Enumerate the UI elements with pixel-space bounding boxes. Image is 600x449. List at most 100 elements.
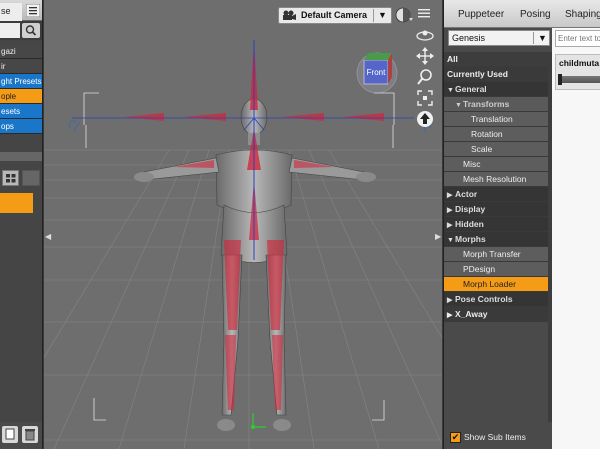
show-sub-items-checkbox[interactable]: ✔ (450, 432, 461, 443)
category-item[interactable]: gazi (0, 44, 42, 59)
property-groups-pane: Genesis ▼ All Currently Used ▼General ▼Tran… (444, 28, 552, 449)
tree-row-label: Morphs (455, 234, 486, 244)
tree-row[interactable]: Currently Used (444, 67, 548, 82)
tree-row[interactable]: ▶ X_Away (444, 307, 548, 322)
grid-view-icon (6, 174, 16, 183)
figure-select[interactable]: Genesis ▼ (448, 30, 550, 46)
tree-row-label: Scale (471, 144, 493, 154)
draw-style-icon[interactable] (394, 6, 414, 24)
property-slider-track[interactable] (559, 76, 600, 83)
tree-row-label: General (455, 84, 487, 94)
tree-row[interactable]: ▶ Display (444, 202, 548, 217)
camera-select-value: Default Camera (301, 10, 368, 20)
right-tab-bar: Puppeteer Posing Shaping (444, 0, 600, 28)
tree-row[interactable]: Mesh Resolution (444, 172, 548, 187)
expanded-arrow-icon[interactable]: ▼ (447, 234, 455, 248)
collapsed-arrow-icon[interactable]: ▶ (447, 309, 455, 323)
tree-row-label: Pose Controls (455, 294, 513, 304)
category-list: gazi ir ght Presets ople esets ops (0, 44, 42, 134)
category-item[interactable]: ople (0, 89, 42, 104)
frame-icon[interactable] (416, 89, 434, 107)
orbit-icon[interactable] (415, 27, 435, 43)
tree-row-label: Currently Used (447, 69, 508, 79)
tree-row-label: Morph Transfer (463, 249, 521, 259)
expanded-arrow-icon[interactable]: ▼ (455, 99, 463, 113)
tree-row[interactable]: ▼General (444, 82, 548, 97)
tab-posing[interactable]: Posing (520, 9, 551, 20)
left-search-input[interactable] (0, 23, 20, 38)
delete-button[interactable] (22, 426, 38, 443)
tree-row[interactable]: Misc (444, 157, 548, 172)
trash-icon (25, 429, 35, 441)
transform-gizmo[interactable] (251, 413, 266, 429)
tree-row[interactable]: ▼Morphs (444, 232, 548, 247)
tree-row[interactable]: ▶ Pose Controls (444, 292, 548, 307)
tree-row[interactable]: ▼Transforms (444, 97, 548, 112)
tree-row[interactable]: Rotation (444, 127, 548, 142)
tree-row[interactable]: Scale (444, 142, 548, 157)
tree-row[interactable]: Morph Loader (444, 277, 548, 292)
property-slider-card[interactable]: childmuta (555, 54, 600, 90)
expanded-arrow-icon[interactable]: ▼ (447, 84, 455, 98)
camera-select[interactable]: Default Camera ▼ (278, 7, 392, 24)
tree-row-label: Mesh Resolution (463, 174, 527, 184)
left-bottom-toolbar (0, 422, 42, 449)
tree-row[interactable]: ▶ Hidden (444, 217, 548, 232)
selected-asset-tile[interactable] (0, 193, 33, 213)
tree-row[interactable]: Morph Transfer (444, 247, 548, 262)
page-icon (5, 428, 15, 440)
tree-row-label: Rotation (471, 129, 503, 139)
show-sub-items-label: Show Sub Items (464, 432, 526, 442)
tab-shaping[interactable]: Shaping (565, 9, 600, 20)
property-tree-footer: ✔ Show Sub Items (444, 426, 552, 449)
category-item[interactable]: esets (0, 104, 42, 119)
dropdown-arrow-icon: ▼ (538, 33, 547, 43)
tree-row[interactable]: ▶ Actor (444, 187, 548, 202)
collapsed-arrow-icon[interactable]: ▶ (447, 219, 455, 233)
content-library-pane: se gazi ir ght Presets ople esets ops (0, 0, 43, 449)
tree-row-label: Morph Loader (463, 279, 516, 289)
left-search-row (0, 21, 42, 40)
tree-row[interactable]: PDesign (444, 262, 548, 277)
viewport-scene[interactable]: Front (44, 0, 442, 449)
3d-viewport[interactable]: Front Default Camera ▼ ◀ ▶ (44, 0, 442, 449)
collapse-left-icon[interactable]: ◀ (45, 232, 51, 241)
collapsed-arrow-icon[interactable]: ▶ (447, 294, 455, 308)
dropdown-arrow-icon: ▼ (378, 10, 387, 20)
properties-list: Enter text to childmuta (552, 28, 600, 449)
tree-row[interactable]: Translation (444, 112, 548, 127)
left-pane-tab[interactable]: se (0, 3, 22, 21)
horizontal-scrollbar[interactable] (0, 152, 42, 161)
tree-row-label: Actor (455, 189, 478, 199)
new-folder-button[interactable] (2, 426, 18, 443)
collapse-right-icon[interactable]: ▶ (435, 232, 441, 241)
tree-row-label: All (447, 54, 458, 64)
tab-puppeteer[interactable]: Puppeteer (458, 9, 504, 20)
icon-view-button[interactable] (2, 170, 19, 186)
category-item[interactable]: ops (0, 119, 42, 134)
category-item[interactable]: ir (0, 59, 42, 74)
filter-input[interactable]: Enter text to (555, 30, 600, 47)
tree-row-label: Hidden (455, 219, 484, 229)
view-mode-toggle (0, 170, 42, 186)
figure-select-value: Genesis (452, 33, 486, 43)
tree-row[interactable]: All (444, 52, 548, 67)
app-window: se gazi ir ght Presets ople esets ops Fr… (0, 0, 600, 449)
parameters-pane: Puppeteer Posing Shaping Genesis ▼ All Cu… (443, 0, 600, 449)
home-icon[interactable] (416, 110, 434, 128)
list-view-button[interactable] (22, 170, 40, 186)
zoom-icon[interactable] (416, 68, 434, 86)
category-item[interactable]: ght Presets (0, 74, 42, 89)
property-name: childmuta (559, 58, 600, 68)
tree-row-label: Transforms (463, 99, 510, 109)
pan-icon[interactable] (416, 47, 434, 65)
select-divider (373, 9, 374, 22)
collapsed-arrow-icon[interactable]: ▶ (447, 189, 455, 203)
collapsed-arrow-icon[interactable]: ▶ (447, 204, 455, 218)
search-icon (25, 25, 37, 36)
pane-menu-icon[interactable] (26, 4, 40, 17)
view-cube-label: Front (367, 68, 386, 77)
slider-handle[interactable] (558, 74, 562, 85)
search-button[interactable] (22, 23, 40, 38)
viewport-menu-icon[interactable] (416, 6, 432, 20)
